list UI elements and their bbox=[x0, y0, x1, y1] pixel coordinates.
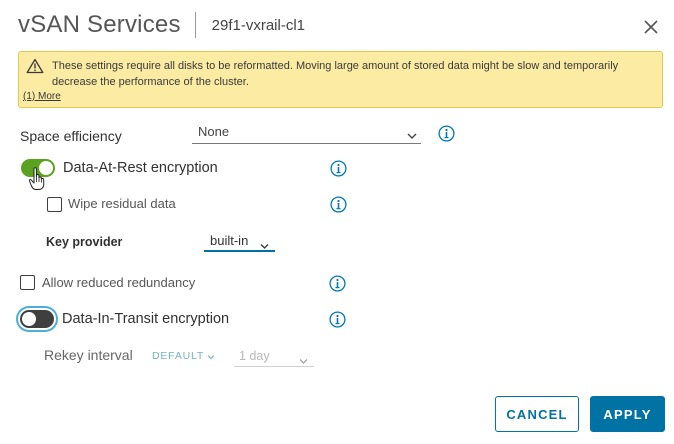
rekey-interval-label: Rekey interval bbox=[44, 347, 133, 363]
rekey-default-label: DEFAULT bbox=[152, 350, 205, 362]
info-icon[interactable] bbox=[329, 275, 346, 292]
space-efficiency-label: Space efficiency bbox=[20, 128, 122, 144]
alert-more-link[interactable]: (1) More bbox=[23, 91, 61, 102]
rekey-interval-value: 1 day bbox=[239, 349, 270, 363]
key-provider-select[interactable]: built-in bbox=[204, 232, 275, 252]
warning-alert: These settings require all disks to be r… bbox=[18, 51, 663, 108]
info-icon[interactable] bbox=[438, 125, 455, 142]
toggle-knob bbox=[22, 312, 36, 326]
hand-cursor-icon bbox=[28, 167, 48, 196]
rekey-interval-select: 1 day bbox=[234, 348, 314, 367]
data-at-rest-label: Data-At-Rest encryption bbox=[63, 160, 218, 176]
chevron-down-icon bbox=[407, 127, 417, 145]
space-efficiency-select[interactable]: None bbox=[192, 124, 421, 144]
wipe-residual-checkbox[interactable] bbox=[47, 197, 62, 212]
wipe-residual-label: Wipe residual data bbox=[68, 196, 176, 211]
chevron-down-icon bbox=[207, 347, 215, 365]
data-in-transit-toggle[interactable] bbox=[20, 310, 54, 328]
close-icon[interactable] bbox=[642, 18, 660, 36]
chevron-down-icon bbox=[299, 352, 308, 370]
reduced-redundancy-label: Allow reduced redundancy bbox=[42, 275, 196, 290]
info-icon[interactable] bbox=[329, 311, 346, 328]
key-provider-label: Key provider bbox=[46, 235, 123, 249]
warning-icon bbox=[26, 58, 44, 79]
apply-button[interactable]: APPLY bbox=[590, 396, 665, 432]
info-icon[interactable] bbox=[330, 160, 347, 177]
cancel-button[interactable]: CANCEL bbox=[495, 396, 579, 432]
info-icon[interactable] bbox=[330, 196, 347, 213]
chevron-down-icon bbox=[260, 237, 269, 255]
data-in-transit-label: Data-In-Transit encryption bbox=[62, 311, 230, 327]
alert-message: These settings require all disks to be r… bbox=[52, 60, 619, 88]
vsan-services-dialog: vSAN Services 29f1-vxrail-cl1 These sett… bbox=[0, 0, 674, 444]
dialog-header: vSAN Services 29f1-vxrail-cl1 bbox=[18, 10, 305, 40]
key-provider-value: built-in bbox=[210, 233, 249, 248]
dialog-title: vSAN Services bbox=[18, 11, 181, 38]
title-divider bbox=[194, 12, 196, 38]
rekey-default-dropdown: DEFAULT bbox=[152, 349, 215, 363]
reduced-redundancy-checkbox[interactable] bbox=[20, 275, 35, 290]
cluster-name: 29f1-vxrail-cl1 bbox=[211, 16, 306, 34]
space-efficiency-value: None bbox=[198, 124, 230, 139]
